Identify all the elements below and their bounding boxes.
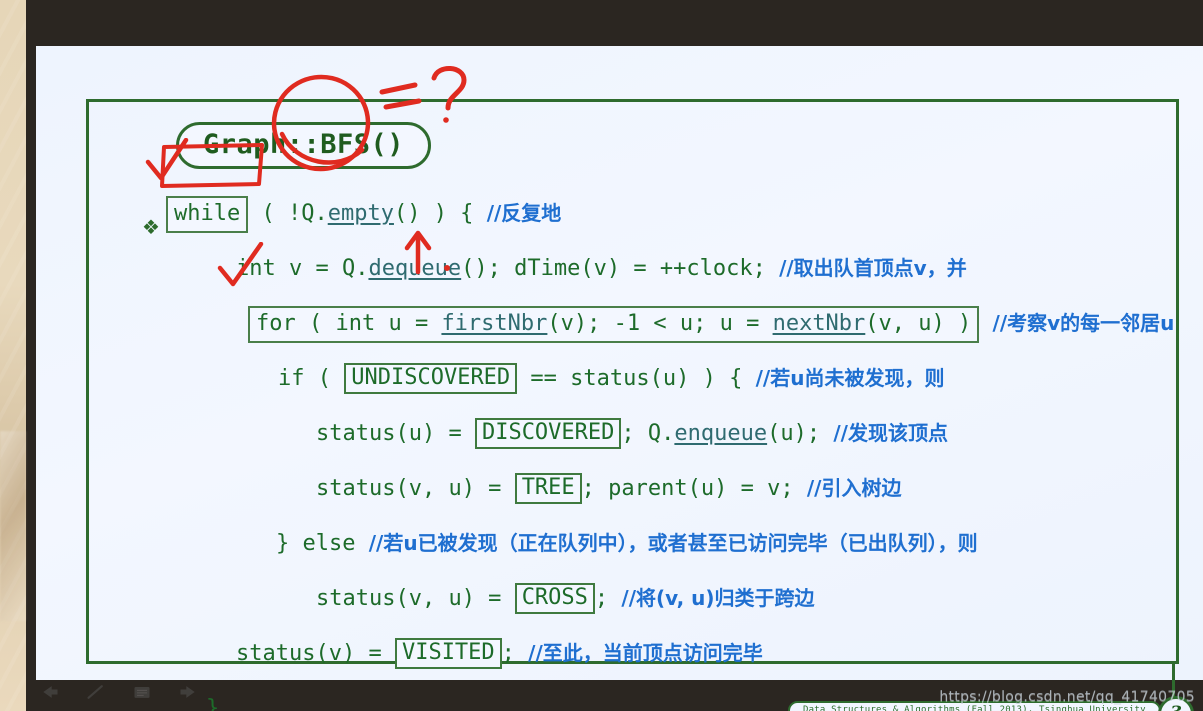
code-block: ❖ while ( !Q.empty() ) { //反复地 int v = Q… <box>128 186 1203 711</box>
player-toolbar[interactable] <box>40 683 198 701</box>
comment-for: //考察v的每一邻居u <box>992 311 1175 335</box>
if-pre: if ( <box>278 366 345 391</box>
discovered-tail: (u); <box>767 421 821 446</box>
dequeue-tail: (); dTime(v) = ++clock; <box>461 256 766 281</box>
while-condition-tail: () ) { <box>393 201 474 226</box>
code-line-for: for ( int u = firstNbr(v); -1 < u; u = n… <box>128 296 1203 351</box>
while-condition-pre: ( !Q. <box>261 201 328 226</box>
close-brace: } <box>206 696 220 711</box>
discovered-pre: status(u) = <box>316 421 475 446</box>
discovered-mid: ; Q. <box>621 421 675 446</box>
visited-pre: status(v) = <box>236 641 395 666</box>
nextNbr-call: nextNbr <box>772 310 866 336</box>
code-line-dequeue: int v = Q.dequeue(); dTime(v) = ++clock;… <box>128 241 1203 296</box>
background-strip-texture <box>0 0 26 711</box>
comment-visited: //至此，当前顶点访问完毕 <box>528 641 763 665</box>
next-slide-icon[interactable] <box>178 683 198 701</box>
watermark-text: https://blog.csdn.net/qq_41740705 <box>939 689 1195 705</box>
cross-tail: ; <box>594 586 609 611</box>
for-end: (v, u) ) <box>865 310 972 336</box>
visited-tail: ; <box>501 641 515 666</box>
firstNbr-call: firstNbr <box>441 310 548 336</box>
comment-if: //若u尚未被发现，则 <box>755 366 945 390</box>
prev-slide-icon[interactable] <box>40 683 60 701</box>
tree-tail: ; parent(u) = v; <box>581 476 794 501</box>
for-kw: for ( int u = <box>256 310 442 336</box>
notes-icon[interactable] <box>132 683 152 701</box>
tree-box: TREE <box>514 472 582 504</box>
code-line-visited: status(v) = VISITED; //至此，当前顶点访问完毕 <box>128 626 1203 681</box>
empty-call: empty <box>327 201 394 226</box>
cross-box: CROSS <box>514 582 595 614</box>
code-line-else: } else //若u已被发现（正在队列中），或者甚至已访问完毕（已出队列），则 <box>128 516 1203 571</box>
code-line-cross: status(v, u) = CROSS; //将(v, u)归类于跨边 <box>128 571 1203 626</box>
background-strip <box>0 0 26 711</box>
code-line-discovered: status(u) = DISCOVERED; Q.enqueue(u); //… <box>128 406 1203 461</box>
presentation-viewer: Graph::BFS() ❖ while ( !Q.empty() ) { //… <box>0 0 1203 711</box>
slide-canvas: Graph::BFS() ❖ while ( !Q.empty() ) { //… <box>36 46 1203 711</box>
comment-discovered: //发现该顶点 <box>833 421 948 445</box>
comment-else: //若u已被发现（正在队列中），或者甚至已访问完毕（已出队列），则 <box>368 531 978 555</box>
discovered-box: DISCOVERED <box>474 417 622 449</box>
comment-tree: //引入树边 <box>806 476 902 500</box>
code-line-if: if ( UNDISCOVERED == status(u) ) { //若u尚… <box>128 351 1203 406</box>
else-pre: } else <box>276 531 356 556</box>
while-keyword-box: while <box>166 195 249 233</box>
visited-box: VISITED <box>394 637 502 669</box>
tree-pre: status(v, u) = <box>316 476 515 501</box>
code-line-while: ❖ while ( !Q.empty() ) { //反复地 <box>128 186 1203 241</box>
slide-title: Graph::BFS() <box>176 122 432 169</box>
comment-while: //反复地 <box>486 201 562 225</box>
dequeue-pre: int v = Q. <box>236 256 369 281</box>
comment-cross: //将(v, u)归类于跨边 <box>621 586 815 610</box>
cross-pre: status(v, u) = <box>316 586 515 611</box>
code-line-tree: status(v, u) = TREE; parent(u) = v; //引入… <box>128 461 1203 516</box>
dequeue-call: dequeue <box>368 256 462 281</box>
enqueue-call: enqueue <box>674 421 768 446</box>
for-mid: (v); -1 < u; u = <box>547 310 773 336</box>
comment-dequeue: //取出队首顶点v，并 <box>779 256 967 280</box>
pen-icon[interactable] <box>86 683 106 701</box>
if-tail: == status(u) ) { <box>517 366 743 391</box>
for-loop-box: for ( int u = firstNbr(v); -1 < u; u = n… <box>248 305 980 343</box>
undiscovered-box: UNDISCOVERED <box>344 362 518 394</box>
